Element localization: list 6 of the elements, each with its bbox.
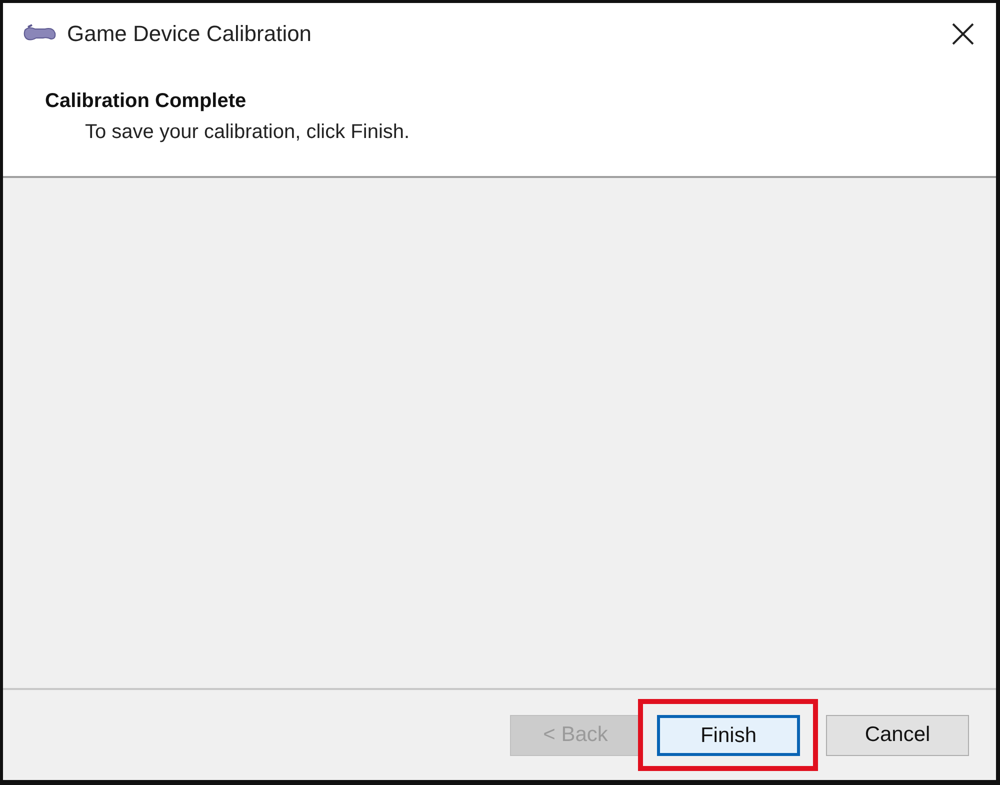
step-instruction: To save your calibration, click Finish. bbox=[85, 121, 411, 144]
dialog-button[interactable]: Finish bbox=[657, 715, 800, 756]
step-title: Calibration Complete bbox=[45, 90, 248, 113]
window-title: Game Device Calibration bbox=[67, 21, 313, 47]
dialog-button[interactable]: Cancel bbox=[826, 714, 969, 756]
close-icon bbox=[952, 23, 974, 45]
